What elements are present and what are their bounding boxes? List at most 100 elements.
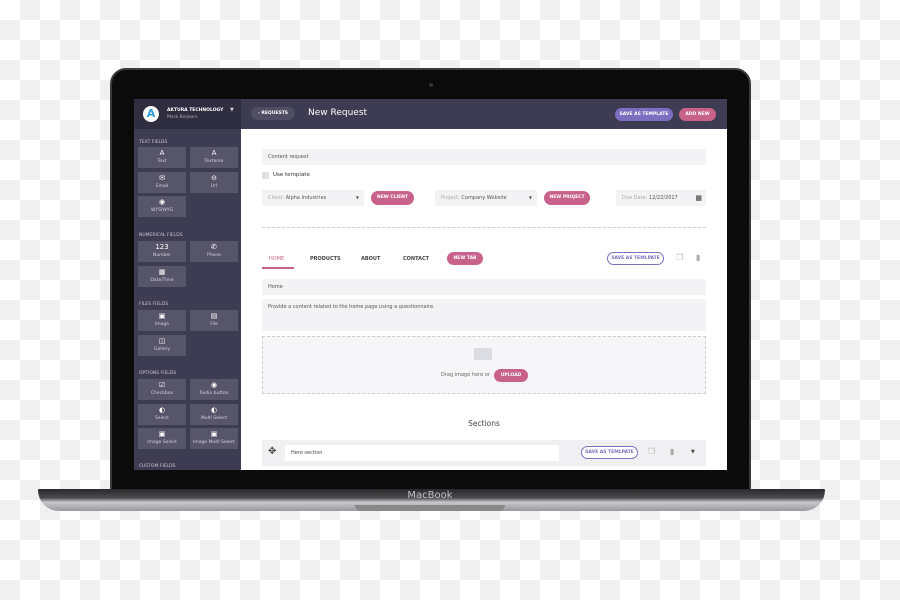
file-icon: ▤ (210, 312, 218, 320)
tab-home[interactable]: HOME (269, 256, 284, 262)
email-icon: ✉ (159, 173, 165, 182)
field-label: Url (210, 183, 218, 189)
client-value: Alpha Industries (285, 195, 327, 201)
tab-products[interactable]: PRODUCTS (310, 256, 341, 262)
sidebar: A AKTURA TECHNOLOGY Mark Beljaars ▼ TEXT… (134, 99, 241, 470)
field-label: Multi Select (200, 415, 228, 421)
image-select-icon: ▣ (158, 430, 166, 438)
sidebar-section-title: FILES FIELDS (139, 302, 169, 307)
request-name-input[interactable]: Content request (262, 149, 706, 165)
image-icon: ▣ (158, 312, 166, 320)
drag-handle-icon[interactable]: ✥ (268, 446, 276, 457)
field-image-multi-select[interactable]: ▣ Image Multi Select (190, 428, 238, 449)
account-header[interactable]: A AKTURA TECHNOLOGY Mark Beljaars ▼ (134, 99, 241, 129)
user-name: Mark Beljaars (167, 115, 198, 120)
back-to-requests-button[interactable]: ‹ REQUESTS (251, 107, 295, 120)
field-label: Image Select (147, 440, 177, 445)
field-checkbox[interactable]: ☑ Checkbox (138, 379, 186, 400)
trash-icon[interactable]: ▮ (670, 447, 674, 456)
laptop-notch (355, 505, 505, 511)
copy-icon[interactable]: ❐ (676, 253, 683, 262)
field-file[interactable]: ▤ File (190, 310, 238, 331)
due-date-value: 12/22/2017 (648, 195, 678, 201)
chevron-down-icon: ▼ (355, 195, 359, 200)
image-dropzone[interactable]: Drag image here or UPLOAD (262, 336, 706, 394)
trash-icon[interactable]: ▮ (696, 253, 700, 262)
date-time-icon: ▦ (158, 267, 166, 276)
calendar-icon[interactable]: ▦ (695, 190, 702, 206)
field-select[interactable]: ◐ Select (138, 403, 186, 425)
sidebar-section-title: TEXT FIELDS (139, 140, 168, 145)
new-tab-button[interactable]: NEW TAB (447, 252, 483, 265)
field-image[interactable]: ▣ Image (138, 310, 186, 331)
sections-heading: Sections (468, 419, 500, 428)
sidebar-section-title: NUMERICAL FIELDS (139, 233, 183, 238)
divider (262, 227, 706, 228)
add-new-button[interactable]: ADD NEW (679, 108, 716, 121)
copy-icon[interactable]: ❐ (648, 447, 655, 456)
field-number[interactable]: 123 Number (138, 241, 186, 262)
client-select[interactable]: Client: Alpha Industries ▼ (262, 190, 364, 206)
page-title: New Request (308, 108, 368, 118)
back-label: REQUESTS (261, 111, 289, 116)
new-client-button[interactable]: NEW CLIENT (371, 191, 414, 205)
field-label: Select (155, 415, 169, 421)
field-textarea[interactable]: A Textarea (190, 147, 238, 168)
save-section-template-button[interactable]: SAVE AS TEMLPATE (581, 446, 638, 459)
field-label: Image Multi Select (193, 440, 235, 445)
url-icon: ⊖ (211, 173, 217, 182)
save-tab-template-button[interactable]: SAVE AS TEMLPATE (607, 252, 664, 265)
tab-about[interactable]: ABOUT (361, 256, 380, 262)
project-select[interactable]: Project: Company Website ▼ (435, 190, 537, 206)
section-name-input[interactable]: Hero section (285, 445, 559, 461)
client-label: Client: (268, 195, 285, 201)
field-text[interactable]: A Text (138, 147, 186, 168)
field-label: Gallery (153, 346, 171, 352)
tab-contact[interactable]: CONTACT (403, 256, 429, 262)
image-multi-select-icon: ▣ (210, 430, 218, 438)
field-multi-select[interactable]: ◐ Multi Select (190, 403, 238, 425)
company-logo: A (143, 106, 159, 122)
upload-button[interactable]: UPLOAD (494, 369, 528, 382)
field-gallery[interactable]: ◫ Gallery (138, 334, 186, 356)
phone-icon: ✆ (211, 243, 217, 251)
select-icon: ◐ (158, 405, 166, 414)
due-date-input[interactable]: Due Date: 12/22/2017 ▦ (616, 190, 706, 206)
image-placeholder-icon (474, 348, 492, 360)
chevron-down-icon[interactable]: ▼ (230, 107, 234, 113)
field-radio-button[interactable]: ◉ Radio button (190, 379, 238, 400)
field-date-time[interactable]: ▦ Date/Time (138, 265, 186, 287)
field-label: Date/Time (150, 277, 174, 283)
section-row: ✥ Hero section SAVE AS TEMLPATE ❐ ▮ ▼ (262, 440, 706, 466)
field-label: Phone (207, 253, 221, 258)
field-url[interactable]: ⊖ Url (190, 171, 238, 193)
project-value: Company Website (461, 195, 507, 201)
field-label: Email (155, 183, 169, 189)
drag-text: Drag image here or (441, 372, 490, 378)
save-as-template-button[interactable]: SAVE AS TEMPLATE (615, 108, 673, 121)
page-description-textarea[interactable]: Provide a content related to the home pa… (262, 299, 706, 331)
field-image-select[interactable]: ▣ Image Select (138, 428, 186, 449)
field-label: WYSIWYG (150, 208, 174, 213)
text-icon: A (159, 149, 165, 157)
field-label: Text (157, 159, 167, 164)
textarea-icon: A (211, 149, 217, 157)
use-template-checkbox[interactable] (262, 172, 269, 179)
field-label: Number (152, 253, 172, 258)
page-title-input[interactable]: Home (262, 279, 706, 295)
chevron-down-icon: ▼ (528, 195, 532, 200)
field-phone[interactable]: ✆ Phone (190, 241, 238, 262)
field-wysiwyg[interactable]: ◉ WYSIWYG (138, 196, 186, 217)
gallery-icon: ◫ (158, 336, 166, 345)
sidebar-section-title: OPTIONS FIELDS (139, 371, 177, 376)
chevron-down-icon[interactable]: ▼ (691, 449, 695, 455)
field-email[interactable]: ✉ Email (138, 171, 186, 193)
company-name: AKTURA TECHNOLOGY (167, 108, 224, 113)
field-label: Radio button (199, 391, 229, 396)
brand-label: MacBook (407, 490, 453, 501)
wysiwyg-icon: ◉ (158, 198, 166, 206)
field-label: File (210, 322, 218, 327)
camera (429, 83, 433, 87)
use-template-label: Use template (273, 172, 310, 178)
new-project-button[interactable]: NEW PROJECT (544, 191, 590, 205)
